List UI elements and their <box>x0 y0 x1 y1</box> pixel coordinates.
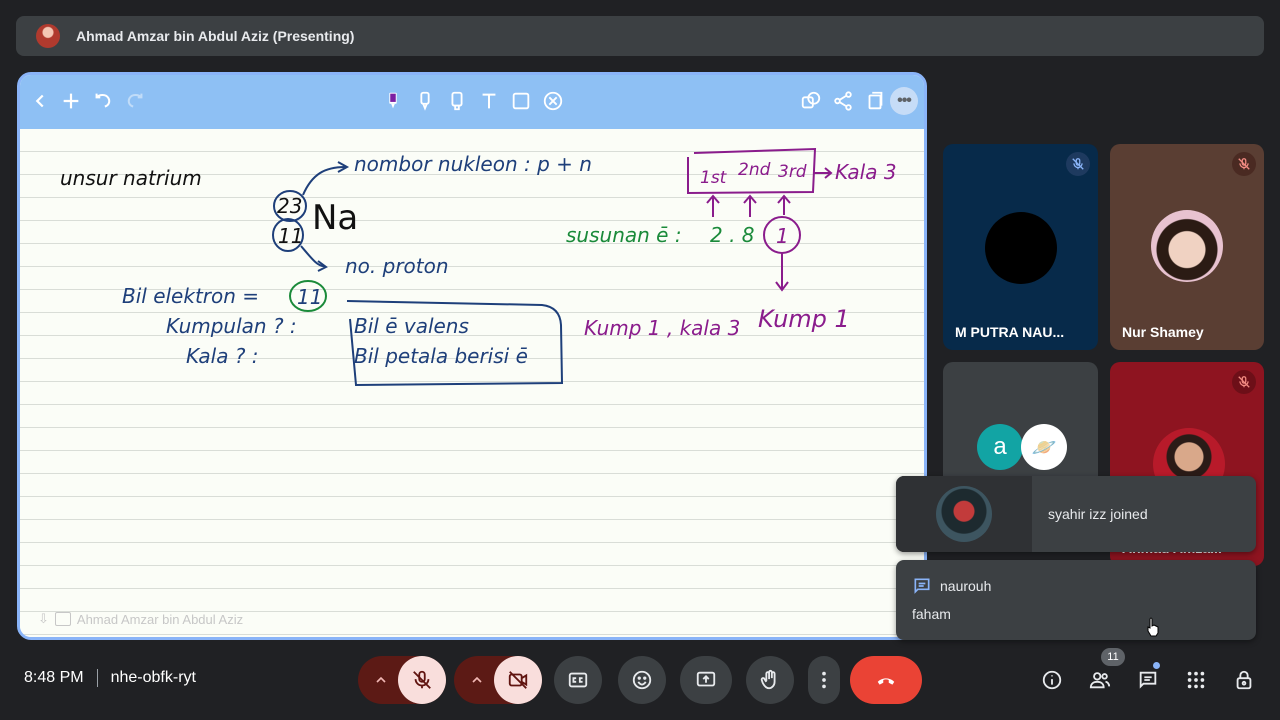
note-shell-1: 1st <box>700 168 728 188</box>
note-kala-3: Kala 3 <box>835 160 897 184</box>
more-icon[interactable]: ••• <box>890 87 918 115</box>
emoji-button[interactable] <box>618 656 666 704</box>
note-kumpulan: Kumpulan ? : <box>166 314 297 338</box>
participant-initial-avatar: a <box>977 424 1023 470</box>
meeting-info: 8:48 PM nhe-obfk-ryt <box>24 669 196 687</box>
raise-hand-button[interactable] <box>746 656 794 704</box>
chat-icon <box>912 576 932 596</box>
presenting-title: Ahmad Amzar bin Abdul Aziz (Presenting) <box>76 28 355 44</box>
meeting-details-info-icon[interactable] <box>1036 664 1068 696</box>
join-text: syahir izz joined <box>1048 506 1148 522</box>
handwriting-layer: unsur natrium 23 11 Na nombor nukleon : … <box>60 147 897 387</box>
activities-grid-icon[interactable] <box>1180 664 1212 696</box>
clock: 8:48 PM <box>24 669 84 686</box>
participant-tile[interactable]: M PUTRA NAU... <box>943 144 1098 350</box>
captions-button[interactable] <box>554 656 602 704</box>
note-valence-electron: 1 <box>776 224 789 248</box>
participant-count-badge: 11 <box>1101 648 1125 666</box>
host-controls-lock-icon[interactable] <box>1228 664 1260 696</box>
back-icon[interactable] <box>28 89 52 113</box>
participant-name: Nur Shamey <box>1122 324 1204 340</box>
mic-off-icon <box>1066 152 1090 176</box>
more-options-button[interactable] <box>808 656 840 704</box>
note-mass-number: 23 <box>277 194 302 218</box>
jamboard-canvas[interactable]: unsur natrium 23 11 Na nombor nukleon : … <box>20 129 924 637</box>
note-answer: Kump 1 , kala 3 <box>584 316 740 340</box>
presenting-bar: Ahmad Amzar bin Abdul Aziz (Presenting) <box>16 16 1264 56</box>
mic-off-icon <box>1232 152 1256 176</box>
pen-icon[interactable] <box>381 89 405 113</box>
watermark-name: Ahmad Amzar bin Abdul Aziz <box>76 611 244 627</box>
note-shell-3: 3rd <box>778 162 807 182</box>
chat-icon[interactable] <box>1132 664 1164 696</box>
joined-user-avatar <box>936 486 992 542</box>
join-notification[interactable]: syahir izz joined <box>896 476 1256 552</box>
meeting-code: nhe-obfk-ryt <box>110 669 196 686</box>
participant-video <box>1151 210 1223 282</box>
camera-options-chevron-icon[interactable] <box>457 656 497 704</box>
note-bil-elektron-value: 11 <box>297 285 322 309</box>
unread-dot <box>1153 662 1160 669</box>
eraser-icon[interactable] <box>541 89 565 113</box>
note-proton-number: 11 <box>278 224 303 248</box>
note-box-line1: Bil ē valens <box>354 314 469 338</box>
chat-notification[interactable]: naurouh faham <box>896 560 1256 640</box>
leave-call-button[interactable] <box>850 656 922 704</box>
highlighter-icon[interactable] <box>445 89 469 113</box>
share-icon[interactable] <box>831 89 855 113</box>
note-nukleon: nombor nukleon : p + n <box>354 152 592 176</box>
camera-off-button[interactable] <box>494 656 542 704</box>
present-screen-button[interactable] <box>680 656 732 704</box>
redo-icon[interactable] <box>123 89 147 113</box>
planet-avatar-icon: 🪐 <box>1021 424 1067 470</box>
participant-name: M PUTRA NAU... <box>955 324 1065 340</box>
presenter-avatar <box>36 24 60 48</box>
presenter-watermark: ⇩ Ahmad Amzar bin Abdul Aziz <box>38 611 243 627</box>
undo-icon[interactable] <box>91 89 115 113</box>
note-susunan: susunan ē : <box>566 223 682 247</box>
divider <box>96 669 98 687</box>
jamboard-toolbar: ••• <box>20 75 924 129</box>
participant-avatar <box>985 212 1057 284</box>
note-kump-1: Kump 1 <box>758 305 850 333</box>
captions-icon <box>54 612 71 626</box>
text-icon[interactable] <box>477 89 501 113</box>
note-susunan-value: 2 . 8 <box>710 223 755 247</box>
add-icon[interactable] <box>59 89 83 113</box>
shared-screen: ••• unsur natrium 23 11 Na nombor nukleo… <box>17 72 927 640</box>
note-kala: Kala ? : <box>186 344 259 368</box>
note-bil-elektron: Bil elektron = <box>122 284 259 308</box>
shape-icon[interactable] <box>509 89 533 113</box>
chat-sender: naurouh <box>940 578 992 594</box>
people-icon[interactable] <box>1084 664 1116 696</box>
note-symbol: Na <box>312 198 358 238</box>
note-box-line2: Bil petala berisi ē <box>354 344 528 368</box>
participant-tile[interactable]: Nur Shamey <box>1110 144 1264 350</box>
join-thumbnail <box>896 476 1032 552</box>
mic-options-chevron-icon[interactable] <box>361 656 401 704</box>
chat-message: faham <box>912 606 951 622</box>
note-no-proton: no. proton <box>345 254 449 278</box>
pages-icon[interactable] <box>863 89 887 113</box>
marker-icon[interactable] <box>413 89 437 113</box>
mic-off-button[interactable] <box>398 656 446 704</box>
pin-icon: ⇩ <box>38 611 49 626</box>
hand-cursor-icon <box>1147 617 1159 637</box>
note-shell-2: 2nd <box>738 160 771 180</box>
mic-off-icon <box>1232 370 1256 394</box>
copy-icon[interactable] <box>799 89 823 113</box>
note-unsur: unsur natrium <box>60 166 202 190</box>
